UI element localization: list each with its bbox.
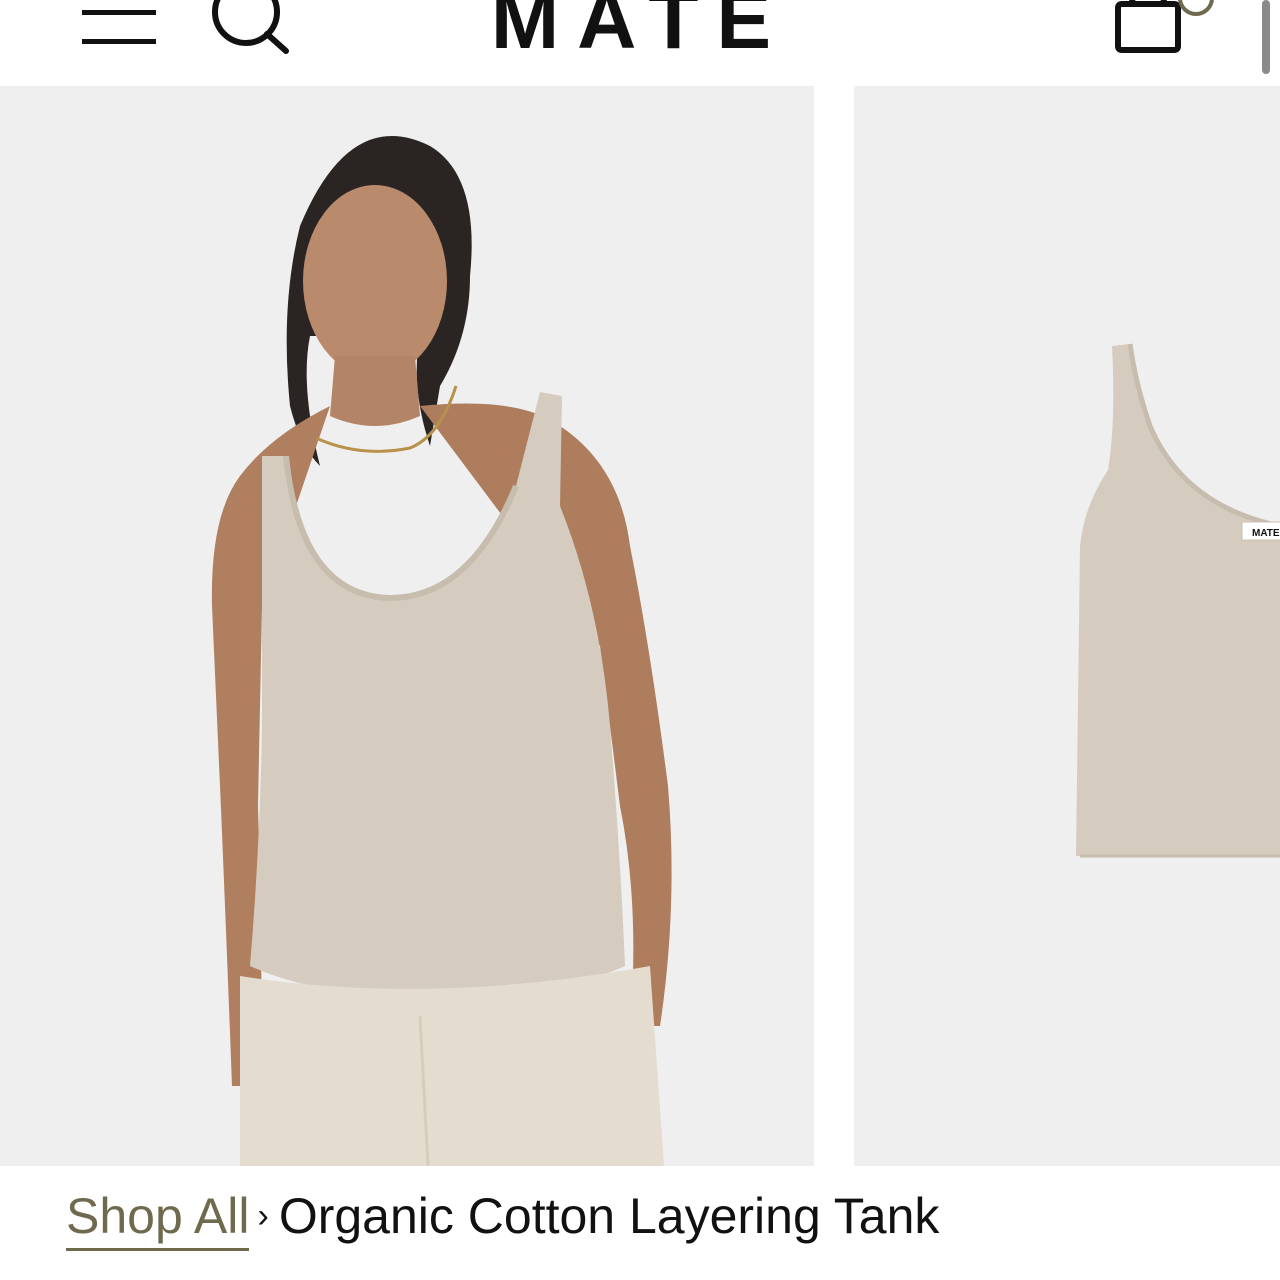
product-image-flat[interactable]: MATE bbox=[854, 86, 1280, 1166]
shopping-bag-icon[interactable] bbox=[1104, 0, 1220, 56]
model-photo-illustration bbox=[211, 136, 672, 1166]
page-scrollbar[interactable] bbox=[1262, 0, 1270, 74]
site-header: MATE bbox=[0, 0, 1280, 86]
product-image-model[interactable] bbox=[0, 86, 814, 1166]
brand-logo[interactable]: MATE bbox=[0, 0, 1280, 62]
breadcrumb-shop-all-link[interactable]: Shop All bbox=[66, 1186, 250, 1251]
flat-tank-illustration: MATE bbox=[1076, 343, 1280, 858]
breadcrumb-separator: › bbox=[257, 1197, 269, 1235]
product-title: Organic Cotton Layering Tank bbox=[278, 1188, 940, 1244]
garment-brand-tag: MATE bbox=[1252, 528, 1280, 539]
product-image-gallery[interactable]: MATE bbox=[0, 86, 1280, 1166]
breadcrumb: Shop All › Organic Cotton Layering Tank bbox=[66, 1186, 939, 1256]
